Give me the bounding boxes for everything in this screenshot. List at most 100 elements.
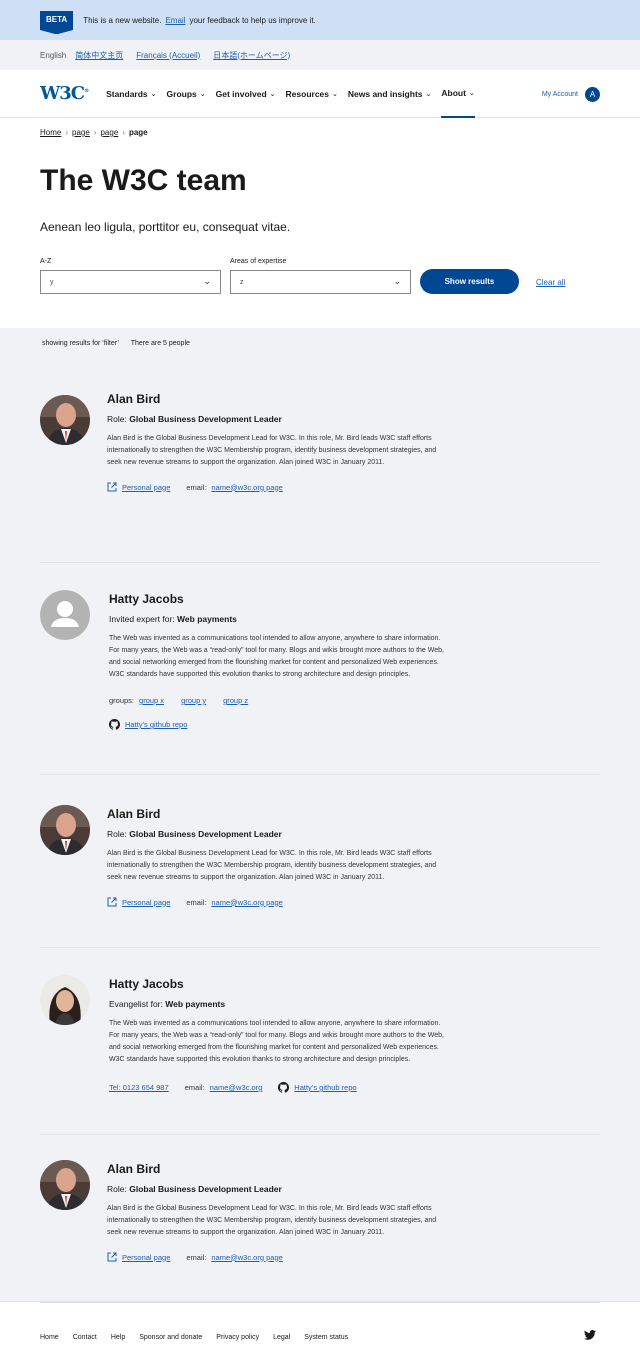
breadcrumb-item[interactable]: page [100, 128, 118, 137]
footer-link-system-status[interactable]: System status [304, 1334, 348, 1341]
footer-link-help[interactable]: Help [111, 1334, 125, 1341]
personal-page-link[interactable]: Personal page [122, 483, 170, 492]
person-details: Alan Bird Role: Global Business Developm… [107, 392, 447, 492]
nav-standards[interactable]: Standards ⌄ [106, 70, 156, 118]
nav-get-involved[interactable]: Get involved ⌄ [216, 70, 276, 118]
footer-link-privacy[interactable]: Privacy policy [216, 1334, 259, 1341]
person-links: Tel: 0123 654 987 email: name@w3c.org Ha… [109, 1082, 449, 1093]
language-link-japanese[interactable]: 日本語(ホームページ) [213, 50, 290, 61]
github-link[interactable]: Hatty’s github repo [125, 720, 187, 729]
email-link[interactable]: name@w3c.org [210, 1083, 263, 1092]
chevron-down-icon: ⌄ [425, 90, 432, 98]
person-card: Hatty Jacobs Invited expert for: Web pay… [40, 563, 600, 775]
nav-news-and-insights[interactable]: News and insights ⌄ [348, 70, 432, 118]
avatar[interactable]: A [585, 86, 600, 102]
beta-email-link[interactable]: Email [165, 16, 185, 25]
external-link-icon [107, 482, 117, 492]
footer-link-sponsor[interactable]: Sponsor and donate [139, 1334, 202, 1341]
my-account-label: My Account [541, 90, 578, 98]
person-links: Personal page email: name@w3c.org page [107, 482, 447, 492]
email-label: email: [186, 1252, 207, 1262]
person-links: Personal page email: name@w3c.org page [107, 897, 447, 907]
person-bio: Alan Bird is the Global Business Develop… [107, 850, 437, 881]
nav-resources[interactable]: Resources ⌄ [286, 70, 338, 118]
breadcrumb-current: page [128, 128, 148, 137]
telephone-link[interactable]: Tel: 0123 654 987 [109, 1083, 169, 1092]
person-card: Hatty Jacobs Evangelist for: Web payment… [40, 948, 600, 1135]
person-details: Alan Bird Role: Global Business Developm… [107, 1162, 447, 1262]
person-details: Hatty Jacobs Invited expert for: Web pay… [109, 592, 449, 730]
group-link[interactable]: group z [223, 696, 248, 705]
person-bio: The Web was invented as a communications… [109, 635, 444, 678]
expertise-filter-label: Areas of expertise [230, 258, 287, 265]
clear-all-link[interactable]: Clear all [536, 278, 565, 287]
footer: Home Contact Help Sponsor and donate Pri… [0, 1301, 640, 1372]
show-results-button[interactable]: Show results [420, 269, 519, 294]
person-details: Hatty Jacobs Evangelist for: Web payment… [109, 977, 449, 1093]
email-link[interactable]: name@w3c.org page [211, 1253, 282, 1262]
personal-page-link[interactable]: Personal page [122, 898, 170, 907]
person-photo-placeholder [40, 590, 90, 640]
my-account[interactable]: My Account A [542, 70, 600, 118]
filter-bar: A-Z y ⌄ Areas of expertise z ⌄ Show resu… [0, 236, 640, 328]
person-photo [40, 1160, 90, 1210]
person-github: Hatty’s github repo [109, 719, 449, 730]
external-link-icon [107, 897, 117, 907]
group-link[interactable]: group x [139, 696, 164, 705]
person-name: Hatty Jacobs [109, 592, 184, 606]
person-groups: groups: group x group y group z [109, 696, 449, 705]
nav-about[interactable]: About ⌄ [441, 70, 475, 118]
language-bar: English 简体中文主页 Français (Accueil) 日本語(ホー… [0, 40, 640, 70]
main-nav: W3C® Standards ⌄ Groups ⌄ Get involved ⌄ Re… [0, 70, 640, 118]
nav-groups[interactable]: Groups ⌄ [167, 70, 206, 118]
person-name: Alan Bird [107, 392, 161, 406]
footer-link-contact[interactable]: Contact [73, 1334, 97, 1341]
person-card: Alan Bird Role: Global Business Developm… [40, 390, 600, 563]
chevron-down-icon: ⌄ [269, 90, 276, 98]
chevron-down-icon: ⌄ [468, 89, 475, 97]
email-link[interactable]: name@w3c.org page [211, 898, 282, 907]
person-role: Evangelist for: Web payments [109, 999, 226, 1009]
beta-badge: BETA [40, 10, 74, 34]
beta-banner: BETA This is a new website. Email your f… [0, 0, 640, 40]
breadcrumb-item[interactable]: page [72, 128, 90, 137]
language-link-french[interactable]: Français (Accueil) [136, 51, 200, 60]
expertise-select[interactable]: z ⌄ [230, 270, 411, 294]
breadcrumb: Home › page › page › page [0, 118, 640, 144]
breadcrumb-home[interactable]: Home [40, 128, 61, 137]
external-link-icon [107, 1252, 117, 1262]
chevron-down-icon: ⌄ [332, 90, 338, 98]
twitter-icon[interactable] [584, 1330, 596, 1340]
email-label: email: [186, 897, 207, 907]
person-bio: The Web was invented as a communications… [109, 1020, 444, 1063]
person-photo [40, 395, 90, 445]
person-bio: Alan Bird is the Global Business Develop… [107, 435, 437, 466]
github-link[interactable]: Hatty’s github repo [294, 1083, 356, 1092]
chevron-down-icon: ⌄ [150, 90, 157, 98]
group-link[interactable]: group y [181, 696, 206, 705]
person-links: Personal page email: name@w3c.org page [107, 1252, 447, 1262]
person-name: Hatty Jacobs [109, 977, 184, 991]
chevron-right-icon: › [93, 128, 97, 137]
person-role: Role: Global Business Development Leader [107, 1184, 282, 1194]
results-info: showing results for ‘filter’ There are 5… [0, 340, 640, 390]
results-filter-text: showing results for ‘filter’ [42, 340, 119, 347]
email-link[interactable]: name@w3c.org page [211, 483, 282, 492]
footer-link-home[interactable]: Home [40, 1334, 59, 1341]
email-label: email: [186, 482, 207, 492]
github-icon [109, 719, 120, 730]
footer-link-legal[interactable]: Legal [273, 1334, 290, 1341]
groups-label: groups: [109, 696, 135, 705]
current-language: English [40, 50, 67, 60]
w3c-logo[interactable]: W3C® [40, 83, 89, 104]
person-role: Role: Global Business Development Leader [107, 414, 282, 424]
az-select[interactable]: y ⌄ [40, 270, 221, 294]
chevron-down-icon: ⌄ [199, 90, 206, 98]
page-intro: Aenean leo ligula, porttitor eu, consequ… [40, 220, 291, 234]
language-link-chinese[interactable]: 简体中文主页 [75, 50, 123, 61]
personal-page-link[interactable]: Personal page [122, 1253, 170, 1262]
person-name: Alan Bird [107, 807, 161, 821]
results-section: showing results for ‘filter’ There are 5… [0, 328, 640, 1303]
expertise-select-value: z [240, 279, 244, 286]
page-title: The W3C team [40, 164, 247, 197]
